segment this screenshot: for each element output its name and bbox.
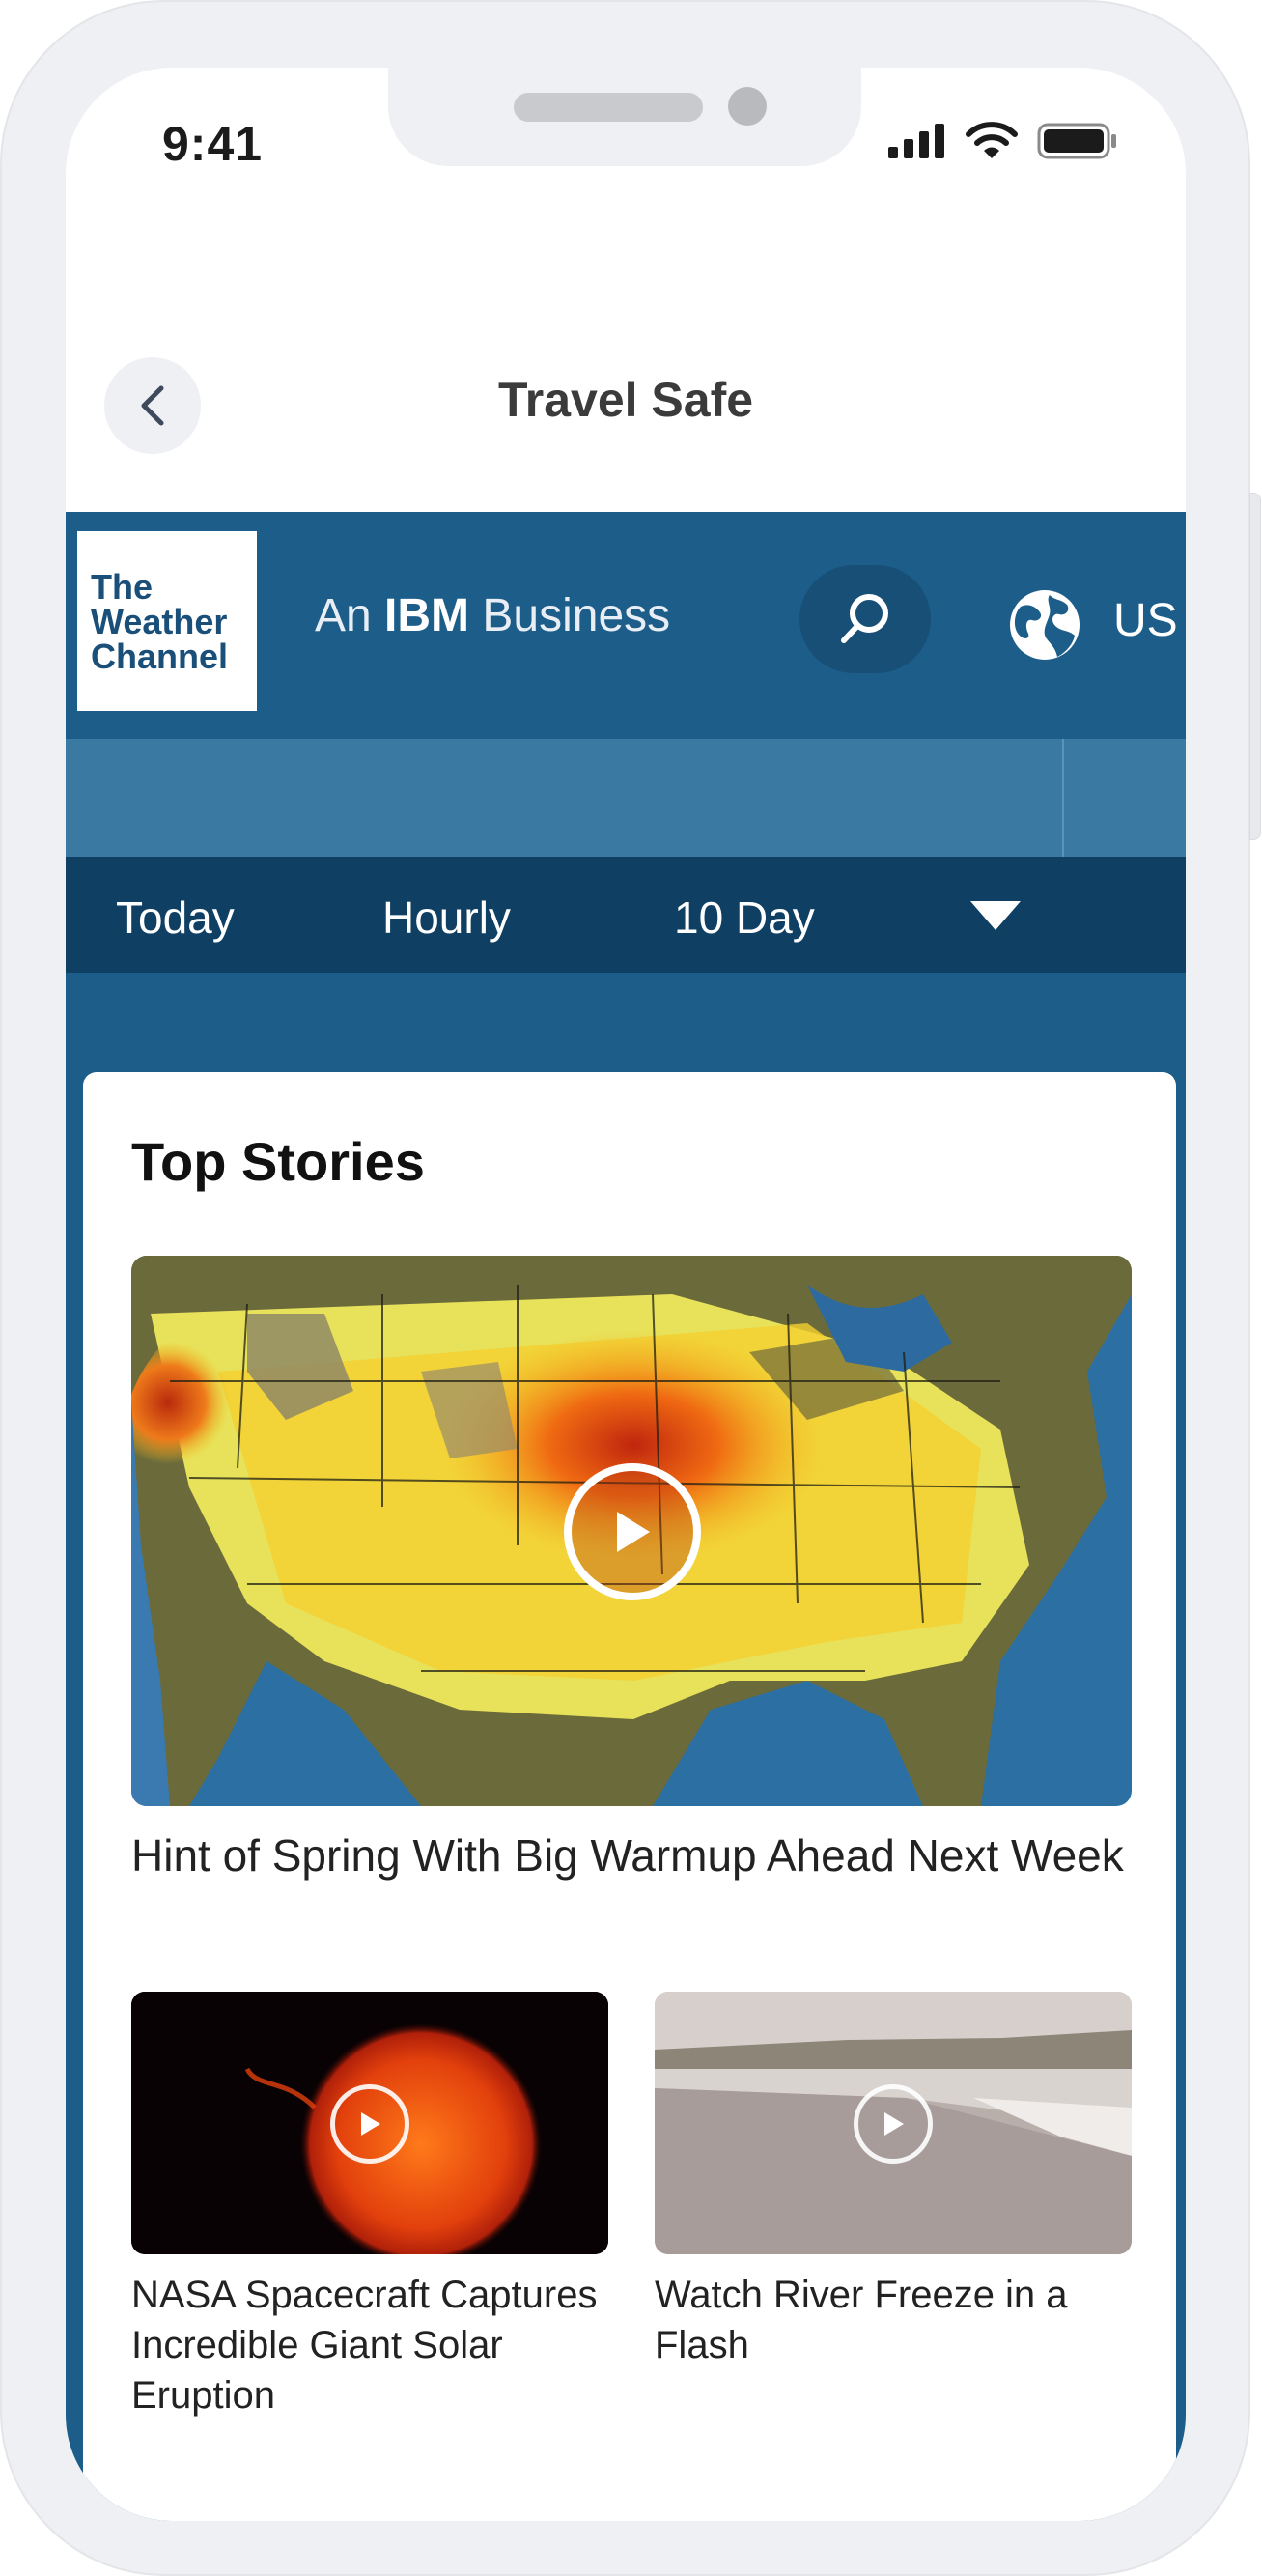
notch [388,68,861,166]
play-button[interactable] [330,2084,409,2164]
forecast-tabs: Today Hourly 10 Day [66,857,1186,973]
logo-line: Weather [91,602,228,641]
battery-icon [1037,123,1116,159]
search-icon [841,594,888,643]
tab-today[interactable]: Today [116,892,235,944]
phone-screen: 9:41 Travel Safe The Weather Channel An … [66,68,1186,2521]
tab-hourly[interactable]: Hourly [382,892,511,944]
side-button [1249,493,1261,840]
status-icons [888,122,1118,160]
speaker [514,93,703,122]
logo-line: Channel [91,637,229,676]
tab-10-day[interactable]: 10 Day [674,892,815,944]
featured-headline[interactable]: Hint of Spring With Big Warmup Ahead Nex… [131,1826,1136,1885]
wifi-icon [966,122,1018,158]
story-thumbnail-river[interactable] [655,1992,1132,2254]
top-stories-card: Top Stories Hint of Spring With Big Warm… [83,1072,1176,2521]
ad-band [66,739,1186,857]
front-camera [728,87,767,126]
weather-channel-logo[interactable]: The Weather Channel [77,531,257,711]
ibm-tagline: An IBM Business [315,590,671,641]
page-title: Travel Safe [497,373,754,427]
play-button[interactable] [564,1463,701,1600]
region-label[interactable]: US [1113,594,1178,647]
dropdown-triangle-icon[interactable] [968,899,1023,932]
section-title: Top Stories [131,1131,425,1192]
band-divider [1062,739,1064,857]
globe-icon[interactable] [1007,587,1082,663]
play-button[interactable] [854,2084,933,2164]
logo-line: The [91,567,154,607]
search-button[interactable] [799,565,931,673]
site-header: The Weather Channel An IBM Business US [66,512,1186,739]
play-icon [617,1512,650,1552]
signal-icon [888,124,944,158]
featured-video-thumbnail[interactable] [131,1256,1132,1806]
play-icon [361,2112,380,2136]
status-bar: 9:41 [66,68,1186,203]
play-icon [884,2112,904,2136]
weather-webview: The Weather Channel An IBM Business US T… [66,512,1186,2521]
story-thumbnail-solar[interactable] [131,1992,608,2254]
story-headline[interactable]: NASA Spacecraft Captures Incredible Gian… [131,2270,614,2420]
status-time: 9:41 [162,117,264,171]
story-headline[interactable]: Watch River Freeze in a Flash [655,2270,1137,2370]
app-header: Travel Safe [66,241,1186,512]
